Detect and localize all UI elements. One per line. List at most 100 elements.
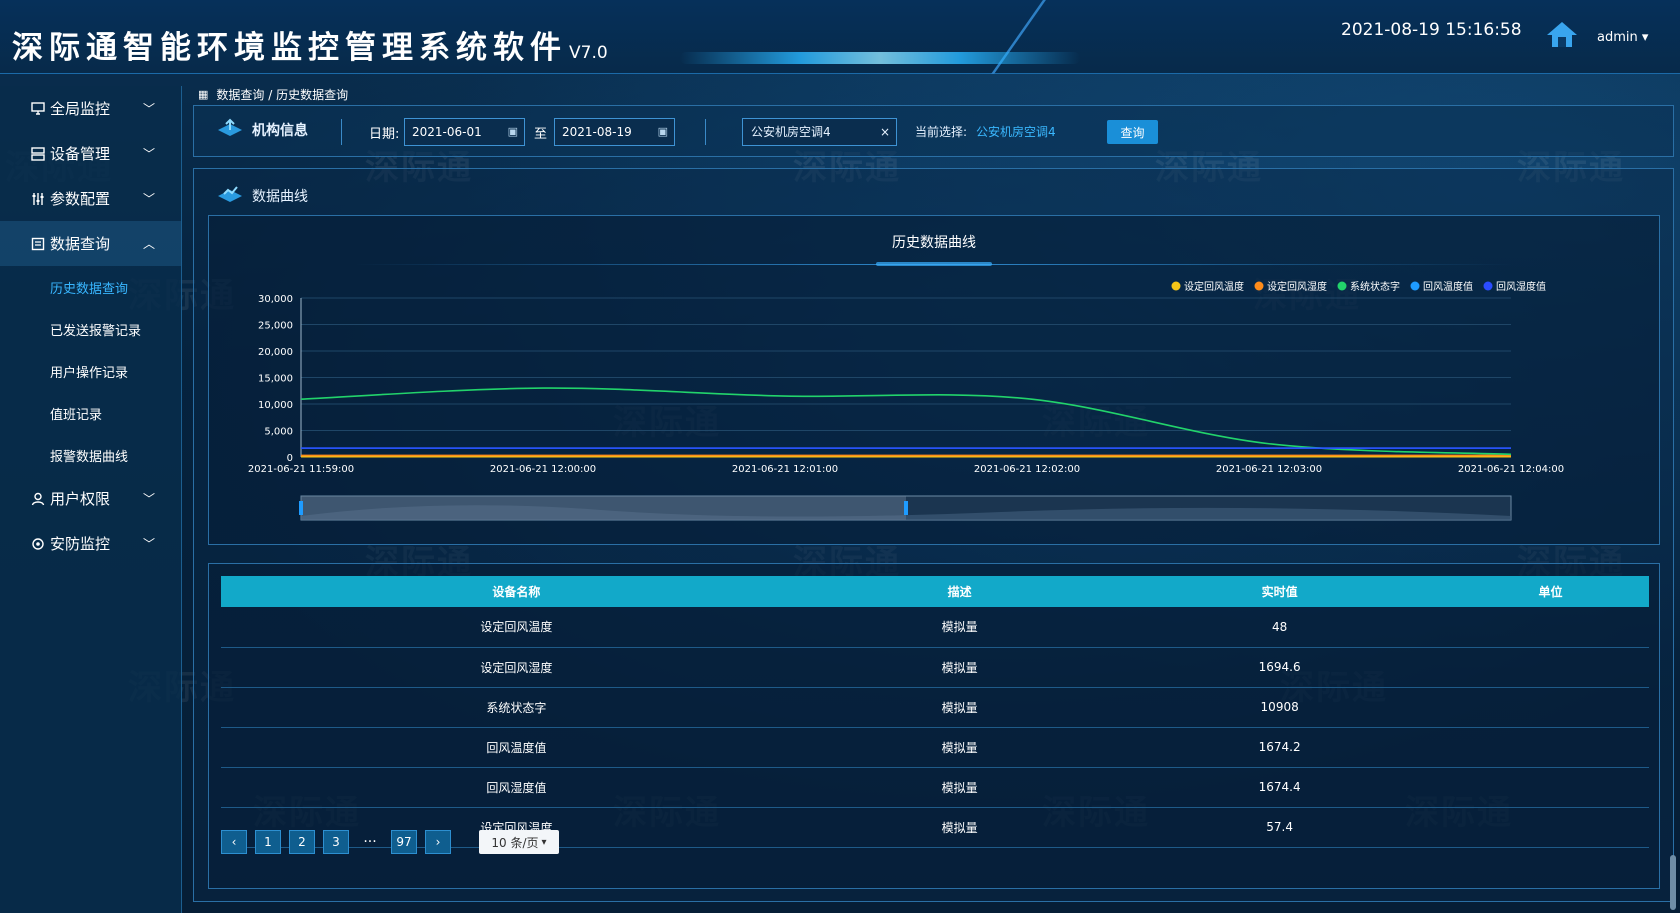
- org-info[interactable]: 机构信息: [216, 118, 308, 142]
- date-label: 日期:: [369, 127, 400, 142]
- prev-page-button[interactable]: ‹: [221, 830, 247, 854]
- x-tick-label: 2021-06-21 12:00:00: [490, 464, 596, 475]
- org-icon: [216, 118, 244, 142]
- cell-description: 模拟量: [811, 727, 1108, 768]
- y-tick-label: 10,000: [258, 400, 293, 411]
- sidebar-subitem-history-query[interactable]: 历史数据查询: [0, 266, 181, 308]
- sidebar-item-device-management[interactable]: 设备管理 ﹀: [0, 131, 181, 176]
- sidebar: 全局监控 ﹀ 设备管理 ﹀ 参数配置 ﹀ 数据查询 ︿ 历史数据查询 已发送报警…: [0, 86, 182, 913]
- column-header-realtime-value: 实时值: [1107, 576, 1452, 607]
- cell-unit: [1451, 687, 1649, 728]
- caret-down-icon: ▾: [1641, 30, 1649, 45]
- panel-title: 数据曲线: [216, 184, 308, 208]
- cell-unit: [1451, 767, 1649, 808]
- query-button[interactable]: 查询: [1107, 120, 1158, 144]
- document-icon: [30, 236, 46, 252]
- zoom-slider-window: [301, 496, 906, 520]
- date-from-input[interactable]: 2021-06-01 ▣: [404, 118, 525, 146]
- cell-unit: [1451, 607, 1649, 648]
- last-page-button[interactable]: 97: [391, 830, 417, 854]
- y-tick-label: 15,000: [258, 374, 293, 385]
- sidebar-subitem-sent-alarms[interactable]: 已发送报警记录: [0, 308, 181, 350]
- app-title: 深际通智能环境监控管理系统软件 V7.0: [12, 22, 608, 67]
- cell-realtime-value: 1694.6: [1107, 647, 1452, 688]
- sidebar-subitem-duty-records[interactable]: 值班记录: [0, 392, 181, 434]
- sidebar-item-parameter-config[interactable]: 参数配置 ﹀: [0, 176, 181, 221]
- column-header-description: 描述: [811, 576, 1108, 607]
- table-row[interactable]: 系统状态字 模拟量 10908: [221, 687, 1649, 728]
- divider: [705, 119, 706, 145]
- cell-description: 模拟量: [811, 767, 1108, 808]
- legend-marker: [1254, 281, 1264, 291]
- date-from-value: 2021-06-01: [412, 125, 482, 139]
- table-row[interactable]: 设定回风湿度 模拟量 1694.6: [221, 647, 1649, 688]
- date-to-label: 至: [534, 127, 548, 142]
- cell-unit: [1451, 727, 1649, 768]
- page-ellipsis[interactable]: ···: [357, 834, 383, 850]
- sidebar-item-label: 数据查询: [50, 235, 111, 253]
- table-row[interactable]: 回风温度值 模拟量 1674.2: [221, 727, 1649, 768]
- user-icon: [30, 491, 46, 507]
- cell-realtime-value: 1674.2: [1107, 727, 1452, 768]
- page-size-select[interactable]: 10 条/页 ▾: [479, 830, 559, 854]
- x-tick-label: 2021-06-21 12:01:00: [732, 464, 838, 475]
- cell-device-name: 回风温度值: [221, 727, 812, 768]
- page-button[interactable]: 1: [255, 830, 281, 854]
- legend-label: 回风湿度值: [1496, 280, 1546, 293]
- table-row[interactable]: 回风湿度值 模拟量 1674.4: [221, 767, 1649, 808]
- y-tick-label: 20,000: [258, 347, 293, 358]
- org-label: 机构信息: [252, 123, 308, 139]
- camera-icon: [30, 536, 46, 552]
- x-tick-label: 2021-06-21 12:04:00: [1458, 464, 1564, 475]
- page-scrollbar[interactable]: [1670, 855, 1676, 910]
- legend-label: 系统状态字: [1350, 280, 1400, 293]
- x-tick-label: 2021-06-21 12:03:00: [1216, 464, 1322, 475]
- chart-container: 历史数据曲线 0 5,000 10,000 15,000 20,000 25,000 30,…: [208, 215, 1660, 545]
- calendar-icon: ▣: [657, 125, 668, 138]
- page-button[interactable]: 2: [289, 830, 315, 854]
- sidebar-item-label: 设备管理: [50, 145, 111, 163]
- table-row[interactable]: 设定回风温度 模拟量 48: [221, 607, 1649, 648]
- app-title-text: 深际通智能环境监控管理系统软件: [12, 30, 567, 66]
- header-glow: [680, 52, 1080, 64]
- date-to-value: 2021-08-19: [562, 125, 632, 139]
- breadcrumb: ▦ 数据查询 / 历史数据查询: [198, 86, 348, 103]
- device-select[interactable]: 公安机房空调4 ×: [742, 118, 897, 146]
- legend-label: 设定回风湿度: [1267, 280, 1327, 293]
- sidebar-subitem-user-operations[interactable]: 用户操作记录: [0, 350, 181, 392]
- cell-realtime-value: 48: [1107, 607, 1452, 648]
- x-tick-label: 2021-06-21 11:59:00: [248, 464, 354, 475]
- user-menu[interactable]: admin ▾: [1597, 30, 1648, 45]
- y-tick-label: 0: [287, 453, 293, 464]
- page-button[interactable]: 3: [323, 830, 349, 854]
- data-table: 设备名称 描述 实时值 单位 设定回风温度 模拟量 48 设定回风湿度 模拟量 1694.…: [221, 576, 1649, 848]
- chevron-down-icon: ﹀: [142, 147, 155, 161]
- data-panel: 数据曲线 历史数据曲线 0 5,000 10,000 15,000 20,000 25,0…: [193, 168, 1674, 902]
- clear-icon[interactable]: ×: [880, 119, 890, 145]
- pagination: ‹ 1 2 3 ··· 97 › 10 条/页 ▾: [221, 830, 559, 854]
- cell-description: 模拟量: [811, 607, 1108, 648]
- legend-marker: [1410, 281, 1420, 291]
- current-selection-label: 当前选择:: [915, 125, 968, 139]
- sidebar-item-data-query[interactable]: 数据查询 ︿: [0, 221, 181, 266]
- sidebar-item-user-permissions[interactable]: 用户权限 ﹀: [0, 476, 181, 521]
- cell-device-name: 系统状态字: [221, 687, 812, 728]
- cell-device-name: 回风湿度值: [221, 767, 812, 808]
- calendar-icon: ▣: [507, 125, 518, 138]
- cell-device-name: 设定回风湿度: [221, 647, 812, 688]
- data-table-container: 设备名称 描述 实时值 单位 设定回风温度 模拟量 48 设定回风湿度 模拟量 1694.…: [208, 563, 1660, 889]
- grid-icon: ▦: [198, 88, 209, 101]
- cell-description: 模拟量: [811, 807, 1108, 848]
- legend-marker: [1337, 281, 1347, 291]
- date-to-input[interactable]: 2021-08-19 ▣: [554, 118, 675, 146]
- y-tick-label: 25,000: [258, 321, 293, 332]
- sidebar-item-security-monitor[interactable]: 安防监控 ﹀: [0, 521, 181, 566]
- chevron-down-icon: ﹀: [142, 492, 155, 506]
- history-line-chart[interactable]: 0 5,000 10,000 15,000 20,000 25,000 30,000 2021…: [209, 216, 1661, 546]
- sidebar-item-global-monitor[interactable]: 全局监控 ﹀: [0, 86, 181, 131]
- next-page-button[interactable]: ›: [425, 830, 451, 854]
- home-icon[interactable]: [1545, 20, 1579, 50]
- cell-description: 模拟量: [811, 647, 1108, 688]
- sidebar-subitem-alarm-curve[interactable]: 报警数据曲线: [0, 434, 181, 476]
- chevron-down-icon: ▾: [541, 836, 547, 848]
